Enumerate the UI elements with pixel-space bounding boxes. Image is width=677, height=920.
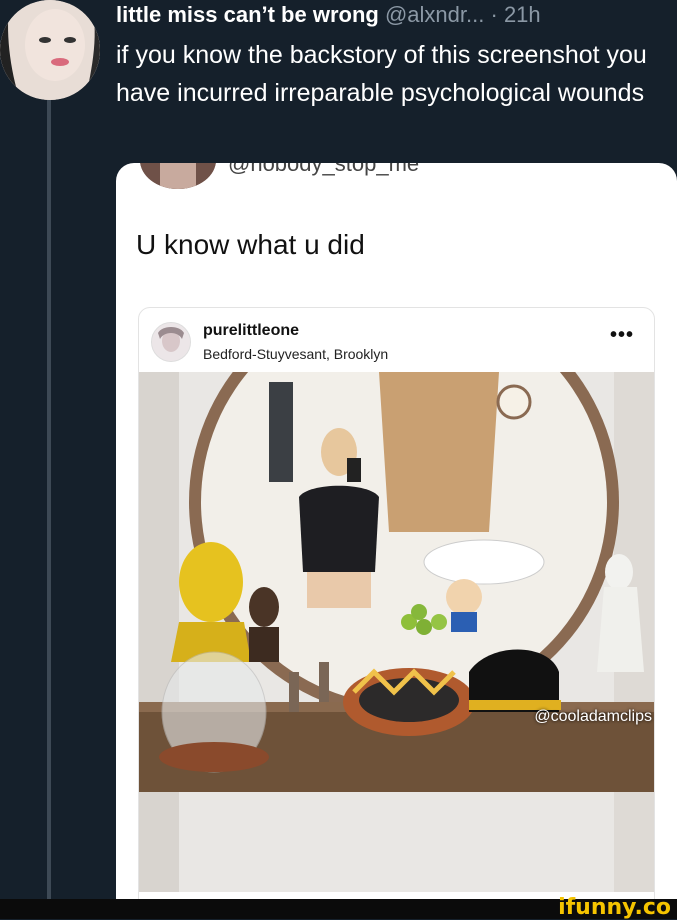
- separator-dot: ·: [490, 2, 498, 27]
- post-location[interactable]: Bedford-Stuyvesant, Brooklyn: [203, 346, 388, 362]
- tweet-time[interactable]: 21h: [504, 2, 541, 27]
- quoted-screenshot[interactable]: @nobody_stop_me U know what u did pureli…: [116, 163, 677, 903]
- author-name[interactable]: little miss can’t be wrong: [116, 2, 379, 27]
- brand-logo[interactable]: ifunny.co: [558, 895, 671, 920]
- tiktok-watermark: @cooladamclips: [534, 708, 652, 725]
- post-username[interactable]: purelittleone: [203, 322, 299, 340]
- quoted-avatar: [140, 163, 216, 189]
- quoted-text: U know what u did: [136, 229, 365, 260]
- more-options-icon[interactable]: •••: [610, 324, 634, 347]
- thread-line: [47, 100, 51, 900]
- post-photo[interactable]: @cooladamclips: [139, 372, 654, 892]
- footer-bar: ifunny.co: [0, 895, 677, 920]
- instagram-post[interactable]: purelittleone Bedford-Stuyvesant, Brookl…: [138, 307, 655, 903]
- tweet-text: if you know the backstory of this screen…: [116, 41, 647, 107]
- post-avatar[interactable]: [151, 322, 191, 362]
- author-handle[interactable]: @alxndr...: [385, 2, 484, 27]
- author-avatar[interactable]: [0, 0, 100, 100]
- tweet-header: little miss can’t be wrong @alxndr... · …: [116, 2, 541, 28]
- quoted-handle: @nobody_stop_me: [228, 163, 420, 176]
